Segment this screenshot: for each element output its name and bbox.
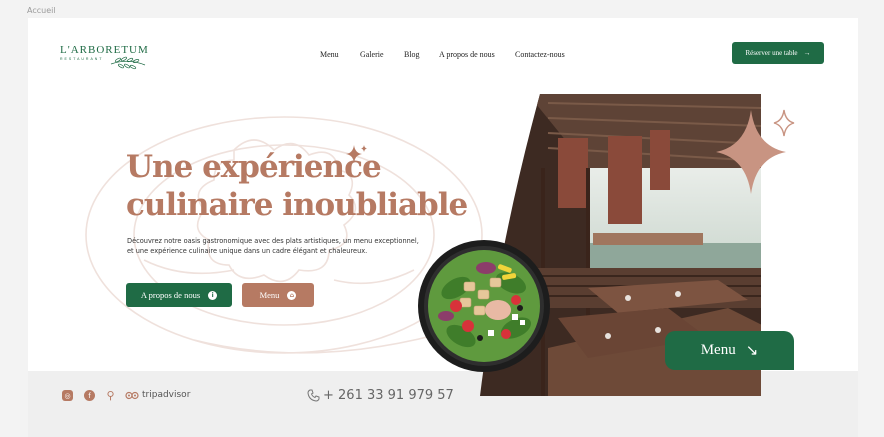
menu-tab-label: Menu (700, 342, 736, 358)
salad-bowl-image (418, 240, 550, 372)
menu-tab-button[interactable]: Menu ↘ (665, 331, 794, 370)
arrow-down-right-icon: ↘ (745, 343, 759, 359)
landing-page: L'ARBORETUM RESTAURANT Menu Galerie Blog… (28, 18, 858, 437)
restaurant-terrace-photo (480, 94, 795, 396)
frame-label: Accueil (27, 6, 56, 15)
